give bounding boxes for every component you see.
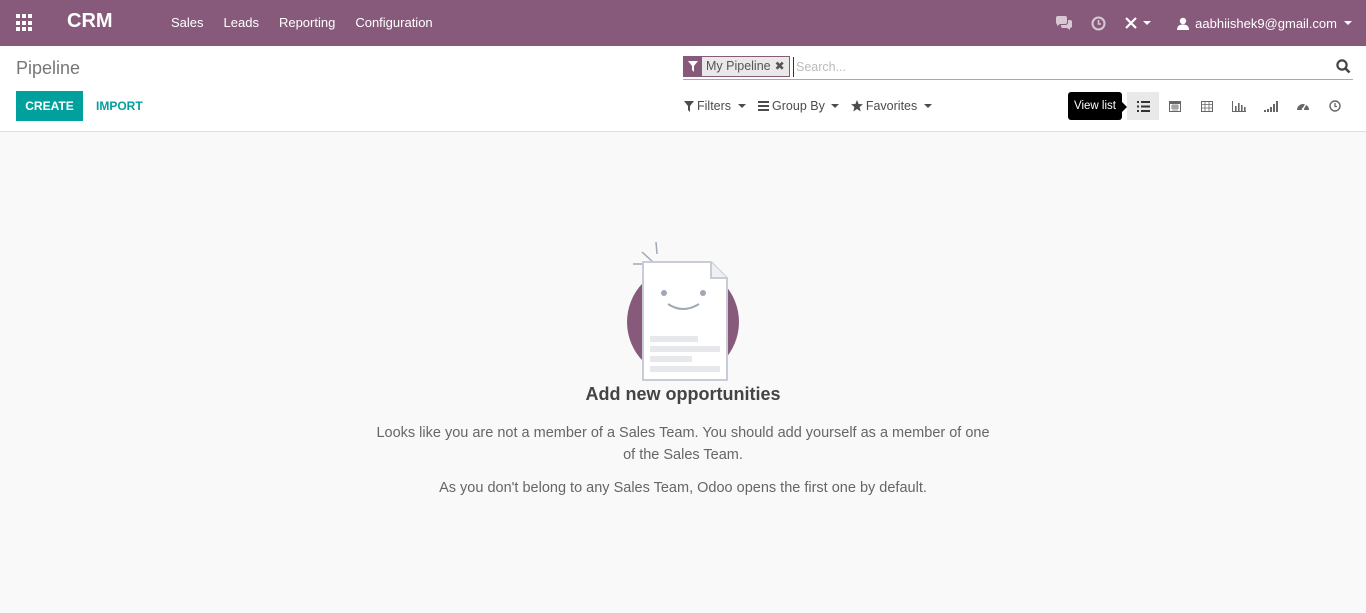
favorites-dropdown[interactable]: Favorites xyxy=(850,99,933,113)
chevron-down-icon xyxy=(830,104,839,108)
facet-label: My Pipeline xyxy=(702,57,775,76)
search-bar: My Pipeline ✖ xyxy=(683,56,1353,80)
systray: aabhiishek9@gmail.com xyxy=(1055,0,1366,46)
menu-item-leads[interactable]: Leads xyxy=(214,0,269,46)
import-button[interactable]: IMPORT xyxy=(96,91,143,121)
filter-icon xyxy=(684,100,694,112)
main-menu: Sales Leads Reporting Configuration xyxy=(161,0,443,46)
group-by-label: Group By xyxy=(772,99,825,113)
user-email: aabhiishek9@gmail.com xyxy=(1195,15,1337,31)
cohort-view-icon[interactable] xyxy=(1255,92,1287,120)
search-facet: My Pipeline ✖ xyxy=(683,56,790,77)
filters-dropdown[interactable]: Filters xyxy=(684,99,747,113)
menu-item-sales[interactable]: Sales xyxy=(161,0,214,46)
facet-remove-icon[interactable]: ✖ xyxy=(774,57,789,76)
create-button[interactable]: CREATE xyxy=(16,91,83,121)
graph-view-icon[interactable] xyxy=(1223,92,1255,120)
user-menu[interactable]: aabhiishek9@gmail.com xyxy=(1177,16,1352,31)
chevron-down-icon xyxy=(1143,21,1152,25)
activity-clock-icon[interactable] xyxy=(1091,16,1106,31)
search-input[interactable] xyxy=(793,57,1323,77)
menu-item-configuration[interactable]: Configuration xyxy=(345,0,442,46)
app-brand[interactable]: CRM xyxy=(67,10,113,33)
view-tooltip: View list xyxy=(1068,92,1127,120)
search-icon[interactable] xyxy=(1336,59,1351,79)
star-icon xyxy=(850,100,863,112)
page-title: Pipeline xyxy=(16,58,81,78)
top-navbar: CRM Sales Leads Reporting Configuration … xyxy=(0,0,1366,46)
filter-icon xyxy=(684,57,702,76)
pivot-view-icon[interactable] xyxy=(1191,92,1223,120)
bars-icon xyxy=(758,101,770,111)
help-title: Add new opportunities xyxy=(585,384,781,404)
search-options: Filters Group By Favorites xyxy=(684,99,944,113)
chevron-down-icon xyxy=(738,104,747,108)
view-switcher xyxy=(1127,92,1351,120)
favorites-label: Favorites xyxy=(865,99,918,113)
help-note: As you don't belong to any Sales Team, O… xyxy=(439,480,927,496)
empty-document-illustration xyxy=(623,241,743,382)
debug-tools-icon[interactable] xyxy=(1124,16,1152,30)
group-by-dropdown[interactable]: Group By xyxy=(758,99,839,113)
dashboard-view-icon[interactable] xyxy=(1287,92,1319,120)
chevron-down-icon xyxy=(1344,21,1352,25)
calendar-view-icon[interactable] xyxy=(1159,92,1191,120)
user-icon xyxy=(1177,17,1190,30)
chevron-down-icon xyxy=(924,104,933,108)
apps-grid-icon[interactable] xyxy=(16,14,34,32)
filters-label: Filters xyxy=(697,99,732,113)
messaging-icon[interactable] xyxy=(1055,15,1073,31)
control-panel: Pipeline CREATE IMPORT My Pipeline ✖ Fil… xyxy=(0,46,1366,132)
activity-view-icon[interactable] xyxy=(1319,92,1351,120)
list-view-icon[interactable] xyxy=(1127,92,1159,120)
help-message: Looks like you are not a member of a Sal… xyxy=(376,425,990,463)
menu-item-reporting[interactable]: Reporting xyxy=(269,0,345,46)
